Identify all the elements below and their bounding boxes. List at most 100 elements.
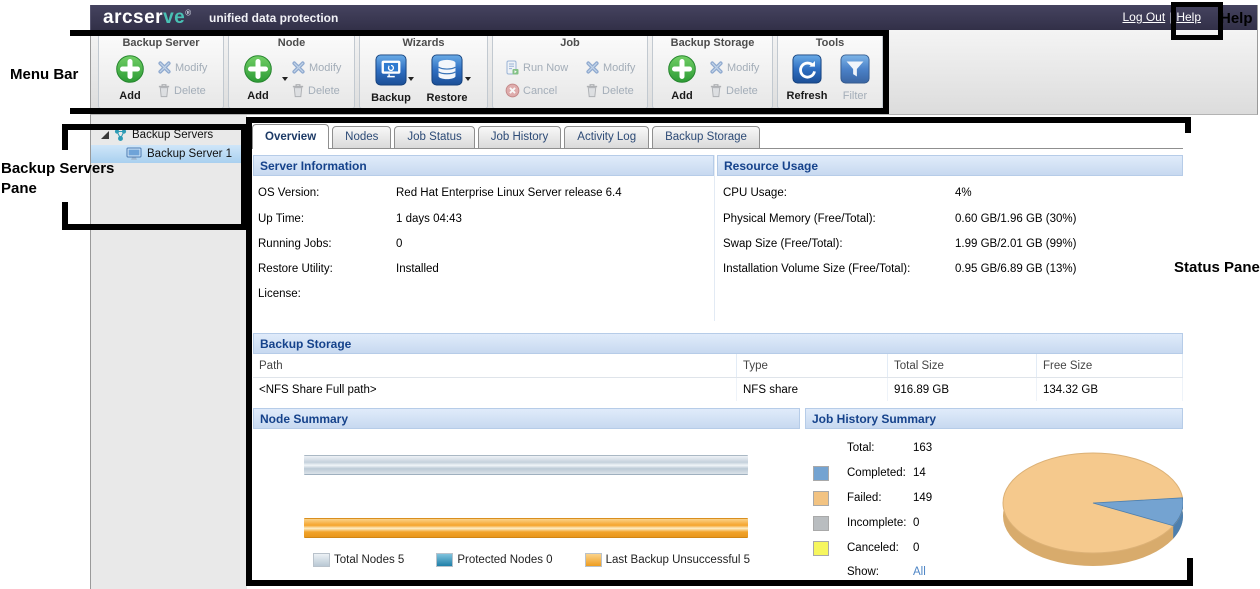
column-header-path[interactable]: Path xyxy=(253,354,737,378)
jh-value: 0 xyxy=(913,542,919,554)
field-value: 1.99 GB/2.01 GB (99%) xyxy=(955,238,1076,250)
incomplete-swatch xyxy=(813,516,829,531)
field-label: Up Time: xyxy=(258,213,396,225)
canceled-swatch xyxy=(813,541,829,556)
panel-title: Resource Usage xyxy=(717,155,1183,176)
group-node: Node Add Modify Delete xyxy=(228,34,355,109)
field-value: 0.95 GB/6.89 GB (13%) xyxy=(955,263,1076,275)
main-area: Backup Servers Backup Server 1 Overview … xyxy=(90,115,1258,589)
backup-storage-modify-button[interactable]: Modify xyxy=(709,56,759,79)
annotation-help-label: Help xyxy=(1220,10,1253,27)
tree-expander-icon[interactable] xyxy=(101,131,109,139)
filter-button[interactable]: Filter xyxy=(832,54,878,102)
backup-server-modify-button[interactable]: Modify xyxy=(157,56,207,79)
status-pane-callout-top-right-stub xyxy=(1185,117,1191,133)
run-now-label: Run Now xyxy=(523,62,568,74)
jh-label: Canceled: xyxy=(847,542,899,554)
status-pane-callout-bottom-line xyxy=(246,580,1193,586)
job-history-pie-chart xyxy=(983,430,1183,582)
table-row[interactable]: <NFS Share Full path> NFS share 916.89 G… xyxy=(253,378,1183,402)
chevron-down-icon[interactable] xyxy=(282,77,288,81)
job-modify-button[interactable]: Modify xyxy=(585,56,635,79)
show-all-link[interactable]: All xyxy=(913,566,926,578)
completed-swatch xyxy=(813,466,829,481)
field-value: 0.60 GB/1.96 GB (30%) xyxy=(955,213,1076,225)
backup-storage-panel: Backup Storage Path Type Total Size Free… xyxy=(253,333,1183,401)
field-value: Installed xyxy=(396,263,439,275)
add-icon xyxy=(243,54,273,84)
job-history-summary-panel: Job History Summary Total:163 Completed:… xyxy=(805,408,1183,584)
backup-storage-delete-button[interactable]: Delete xyxy=(709,79,759,102)
group-title: Backup Server xyxy=(99,35,223,52)
modify-icon xyxy=(291,60,306,75)
field-label: Restore Utility: xyxy=(258,263,396,275)
group-title: Wizards xyxy=(360,35,487,52)
column-header-free-size[interactable]: Free Size xyxy=(1037,354,1183,378)
chevron-down-icon[interactable] xyxy=(408,77,414,81)
backup-storage-table: Path Type Total Size Free Size <NFS Shar… xyxy=(253,354,1183,401)
delete-label: Delete xyxy=(602,85,634,97)
annotation-backup-servers-pane-line2: Pane xyxy=(1,180,37,197)
field-label: Swap Size (Free/Total): xyxy=(723,238,955,250)
chevron-down-icon[interactable] xyxy=(465,77,471,81)
job-cancel-button[interactable]: Cancel xyxy=(505,79,568,102)
modify-label: Modify xyxy=(603,62,635,74)
delete-label: Delete xyxy=(174,85,206,97)
modify-label: Modify xyxy=(175,62,207,74)
tab-overview[interactable]: Overview xyxy=(252,124,329,149)
tree-callout-left-upper-line xyxy=(62,124,68,150)
jh-value: 0 xyxy=(913,517,919,529)
group-job: Job Run Now Cancel Modify Delete xyxy=(492,34,648,109)
tab-job-history[interactable]: Job History xyxy=(478,126,562,148)
restore-wizard-button[interactable]: Restore xyxy=(424,54,470,104)
field-value: Red Hat Enterprise Linux Server release … xyxy=(396,187,622,199)
add-label: Add xyxy=(107,90,153,102)
refresh-button[interactable]: Refresh xyxy=(784,54,830,102)
refresh-label: Refresh xyxy=(784,90,830,102)
modify-label: Modify xyxy=(727,62,759,74)
tab-strip: Overview Nodes Job Status Job History Ac… xyxy=(247,122,1183,149)
field-value: 1 days 04:43 xyxy=(396,213,462,225)
node-summary-panel: Node Summary Total Nodes 5 Protected Nod… xyxy=(253,408,800,584)
annotation-menu-bar-label: Menu Bar xyxy=(10,66,78,83)
arcserve-logo: arcserve® xyxy=(103,7,192,29)
backup-wizard-icon xyxy=(375,54,407,86)
resource-usage-panel: Resource Usage CPU Usage:4% Physical Mem… xyxy=(717,155,1183,321)
cancel-icon xyxy=(505,83,520,98)
jh-label: Incomplete: xyxy=(847,517,906,529)
job-run-now-button[interactable]: Run Now xyxy=(505,56,568,79)
legend-item-protected-nodes: Protected Nodes 0 xyxy=(436,553,552,567)
panel-title: Job History Summary xyxy=(805,408,1183,429)
panel-title: Backup Storage xyxy=(253,333,1183,354)
menu-bar: Backup Server Add Modify Delete Node xyxy=(90,30,1258,115)
menu-bar-callout-top-line xyxy=(70,30,889,36)
backup-storage-add-button[interactable]: Add xyxy=(659,54,705,102)
node-modify-button[interactable]: Modify xyxy=(291,56,341,79)
annotation-backup-servers-pane-line1: Backup Servers xyxy=(1,160,114,177)
backup-server-add-button[interactable]: Add xyxy=(107,54,153,102)
server-information-panel: Server Information OS Version:Red Hat En… xyxy=(253,155,715,321)
help-callout-box xyxy=(1171,2,1223,40)
status-pane: Overview Nodes Job Status Job History Ac… xyxy=(247,115,1183,589)
cell-free-size: 134.32 GB xyxy=(1037,378,1183,402)
column-header-total-size[interactable]: Total Size xyxy=(888,354,1037,378)
jh-label: Completed: xyxy=(847,467,906,479)
tab-nodes[interactable]: Nodes xyxy=(332,126,391,148)
node-delete-button[interactable]: Delete xyxy=(291,79,341,102)
tab-backup-storage[interactable]: Backup Storage xyxy=(652,126,760,148)
filter-icon xyxy=(840,54,870,84)
trash-icon xyxy=(291,83,305,98)
column-header-type[interactable]: Type xyxy=(737,354,888,378)
logout-link[interactable]: Log Out xyxy=(1122,10,1165,24)
job-delete-button[interactable]: Delete xyxy=(585,79,635,102)
tree-callout-bottom-line xyxy=(62,224,247,230)
panel-title: Node Summary xyxy=(253,408,800,429)
legend-label: Last Backup Unsuccessful 5 xyxy=(606,554,750,566)
backup-server-delete-button[interactable]: Delete xyxy=(157,79,207,102)
node-add-button[interactable]: Add xyxy=(235,54,281,102)
tab-job-status[interactable]: Job Status xyxy=(394,126,474,148)
refresh-icon xyxy=(792,54,822,84)
show-label: Show: xyxy=(847,566,879,578)
modify-icon xyxy=(585,60,600,75)
tab-activity-log[interactable]: Activity Log xyxy=(564,126,649,148)
